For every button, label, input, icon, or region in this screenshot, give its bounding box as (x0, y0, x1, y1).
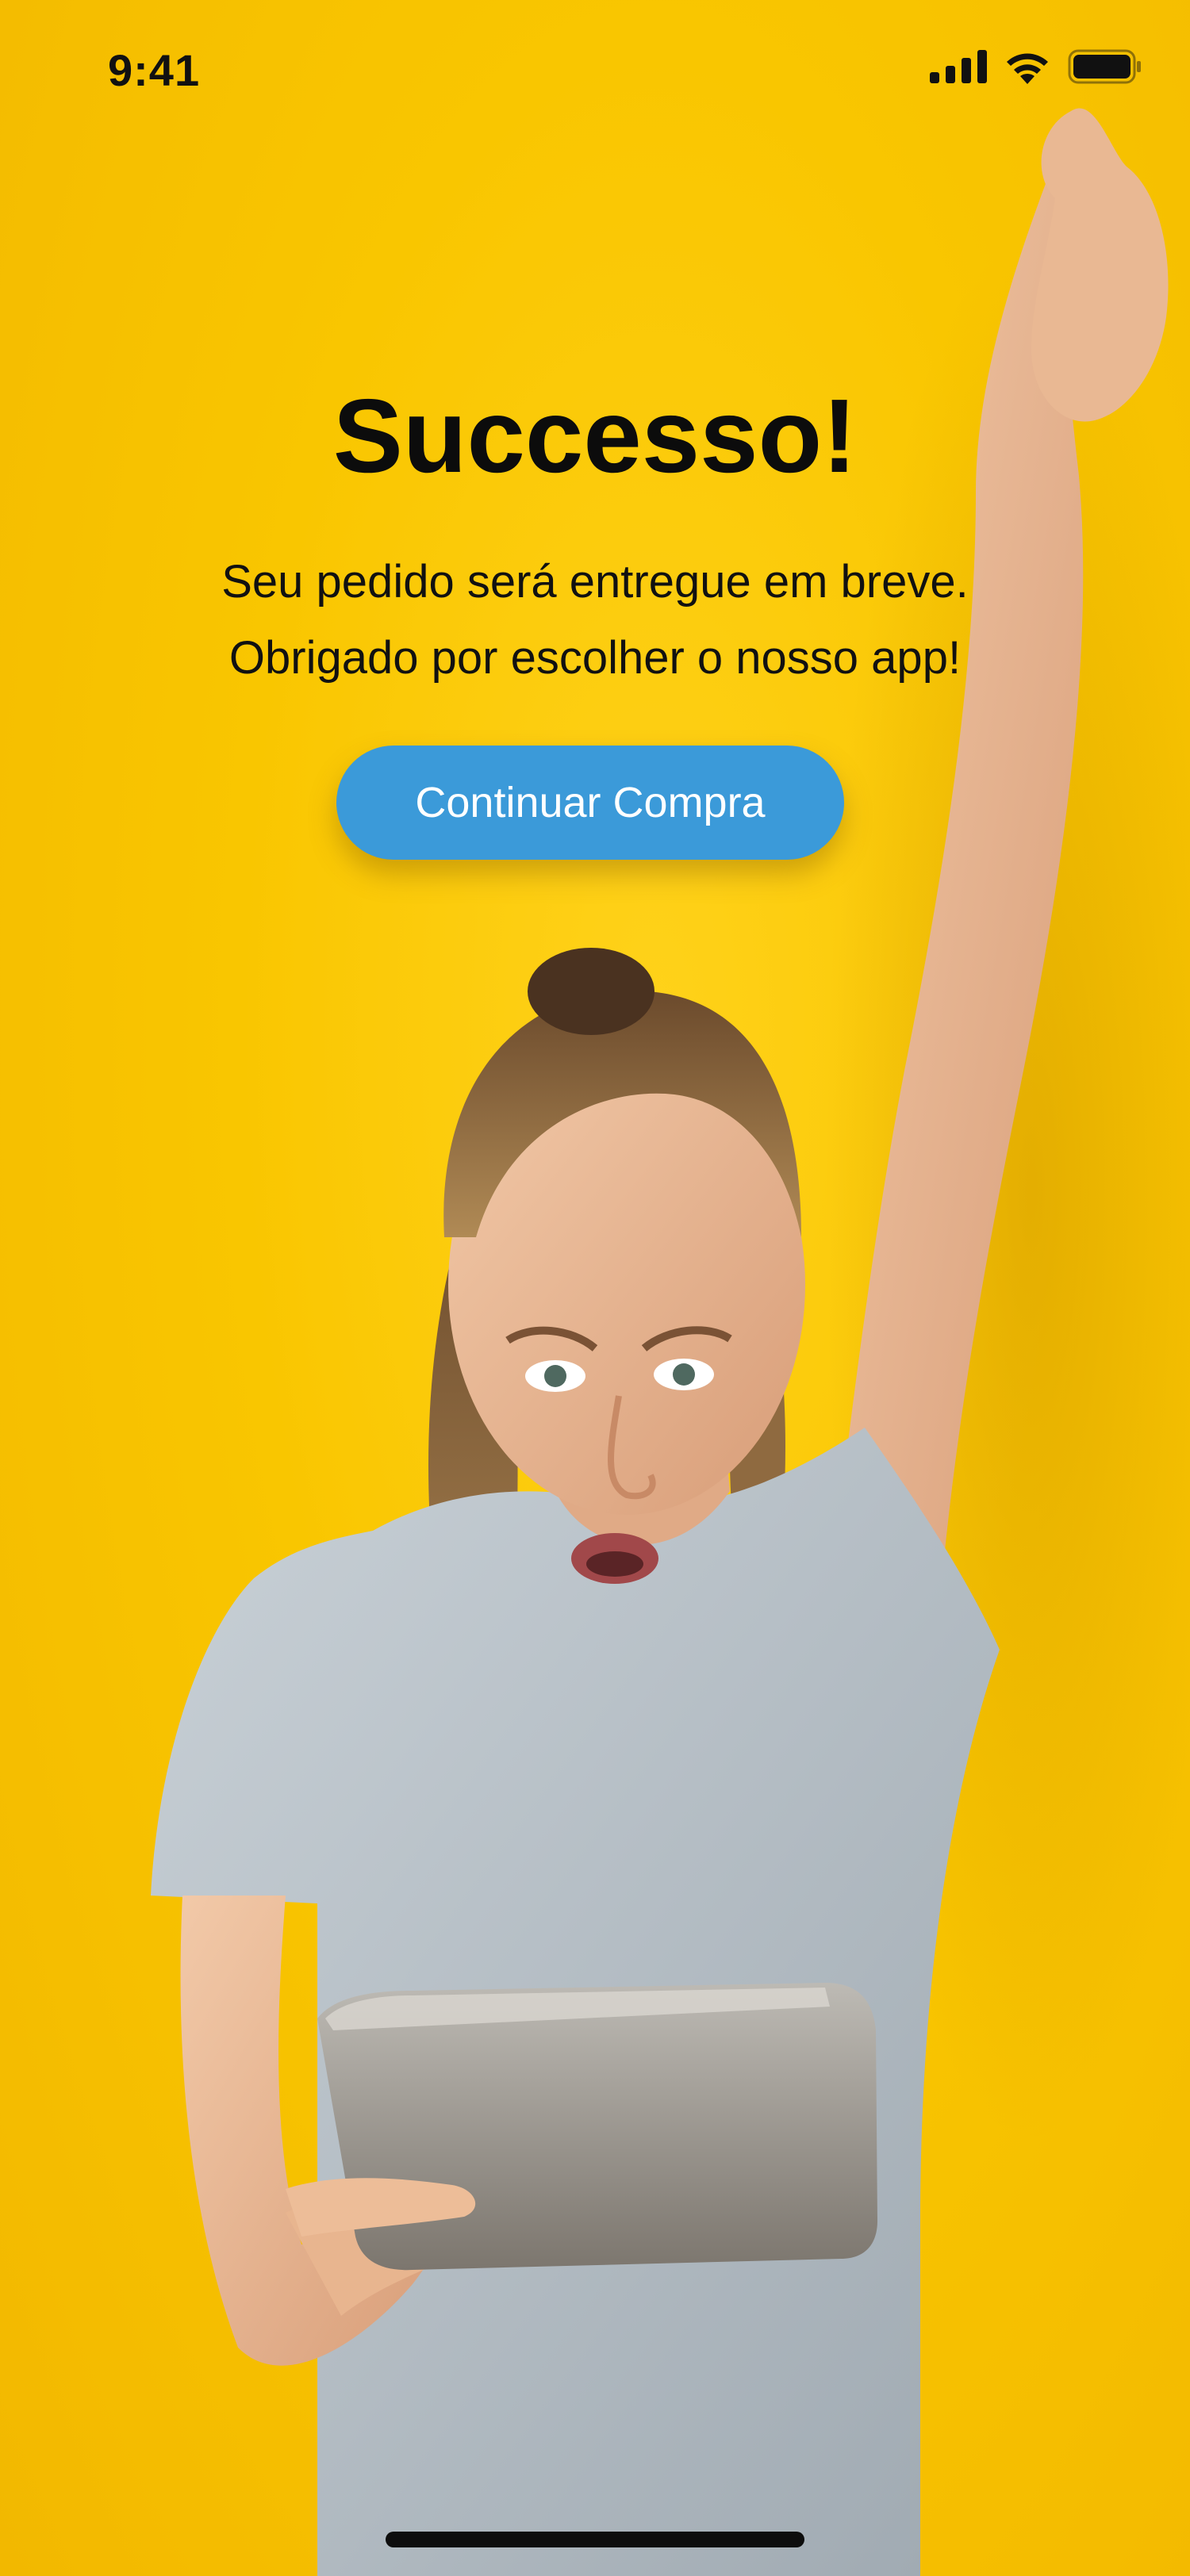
home-indicator[interactable] (386, 2532, 804, 2547)
continue-shopping-button[interactable]: Continuar Compra (336, 746, 844, 860)
success-screen: 9:41 Successo! Seu pedido será entregue … (0, 0, 1190, 2576)
success-message-line-1: Seu pedido será entregue em breve. (221, 556, 969, 608)
success-content: Successo! Seu pedido será entregue em br… (0, 373, 1190, 696)
success-message-line-2: Obrigado por escolher o nosso app! (228, 632, 962, 684)
success-title: Successo! (332, 378, 858, 494)
success-message: Seu pedido será entregue em breve. Obrig… (0, 544, 1190, 696)
continue-button-wrapper: Continuar Compra (336, 746, 844, 860)
